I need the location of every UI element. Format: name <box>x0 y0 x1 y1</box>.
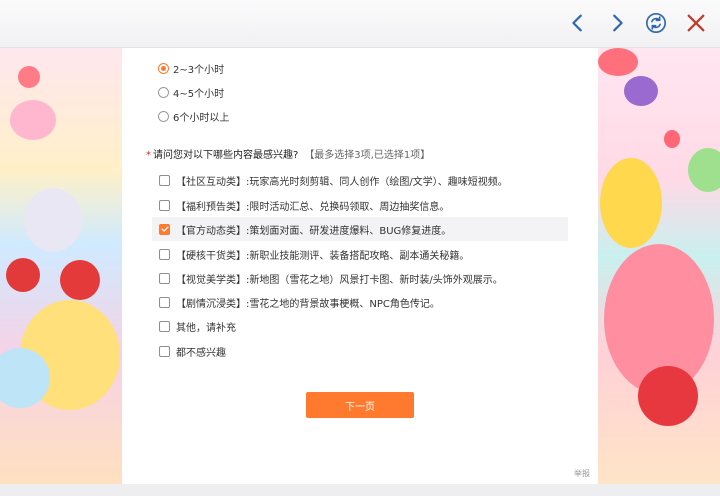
interest-option[interactable]: 其他，请补充 <box>152 314 568 338</box>
selection-hint: 【最多选择3项,已选择1项】 <box>304 150 431 161</box>
refresh-button[interactable] <box>641 8 671 38</box>
balloon-illustration <box>18 66 40 88</box>
option-label: 【视觉美学类】:新地图（雪花之地）风景打卡图、新时装/头饰外观展示。 <box>176 274 503 286</box>
right-decorative-artwork <box>598 48 720 484</box>
chevron-left-icon <box>572 14 582 32</box>
cherry-illustration <box>6 258 40 292</box>
green-ball-illustration <box>688 148 720 192</box>
bat-character-illustration <box>624 76 658 106</box>
time-option[interactable]: 6个小时以上 <box>158 105 229 127</box>
checkbox[interactable] <box>159 320 170 332</box>
interest-option[interactable]: 【官方动态类】:策划面对面、研发进度爆料、BUG修复进度。 <box>152 217 568 241</box>
option-label: 4~5个小时 <box>173 88 225 100</box>
checkbox[interactable] <box>159 296 170 308</box>
cherry-illustration <box>60 260 100 300</box>
interest-option[interactable]: 【视觉美学类】:新地图（雪花之地）风景打卡图、新时装/头饰外观展示。 <box>152 266 568 290</box>
balloon-illustration <box>664 130 680 148</box>
interest-option[interactable]: 【剧情沉浸类】:雪花之地的背景故事梗概、NPC角色传记。 <box>152 290 568 314</box>
report-link[interactable]: 举报 <box>574 468 590 479</box>
survey-panel: 2~3个小时 4~5个小时 6个小时以上 * 请问您对以下哪些内容最感兴趣? 【最多… <box>122 48 598 484</box>
option-label: 6个小时以上 <box>173 112 230 124</box>
option-label: 都不感兴趣 <box>176 347 226 359</box>
question-text: 请问您对以下哪些内容最感兴趣? <box>153 150 299 161</box>
option-label: 其他，请补充 <box>176 322 236 334</box>
ghost-illustration <box>24 188 82 252</box>
checkbox[interactable] <box>159 345 170 357</box>
refresh-icon <box>646 13 666 33</box>
checkbox[interactable] <box>159 174 170 186</box>
close-button[interactable] <box>681 8 711 38</box>
option-label: 【福利预告类】:限时活动汇总、兑换码领取、周边抽奖信息。 <box>176 201 450 213</box>
left-decorative-artwork <box>0 48 122 484</box>
back-button[interactable] <box>563 8 593 38</box>
option-label: 【剧情沉浸类】:雪花之地的背景故事梗概、NPC角色传记。 <box>176 298 440 310</box>
option-label: 【硬核干货类】:新职业技能测评、装备搭配攻略、副本通关秘籍。 <box>176 250 470 262</box>
close-icon <box>687 14 705 32</box>
option-label: 【社区互动类】:玩家高光时刻剪辑、同人创作（绘图/文学）、趣味短视频。 <box>176 176 508 188</box>
question-title: * 请问您对以下哪些内容最感兴趣? 【最多选择3项,已选择1项】 <box>146 146 430 161</box>
interest-option[interactable]: 都不感兴趣 <box>152 339 568 363</box>
checkbox[interactable] <box>159 272 170 284</box>
radio-button[interactable] <box>158 62 169 74</box>
balloon-illustration <box>598 48 638 76</box>
next-page-button[interactable]: 下一页 <box>306 392 414 418</box>
apple-illustration <box>638 366 698 426</box>
character-illustration <box>10 100 56 140</box>
browser-toolbar <box>0 0 720 48</box>
option-label: 2~3个小时 <box>173 64 225 76</box>
yellow-character-illustration <box>600 158 662 248</box>
bottom-bar <box>0 484 720 496</box>
checkmark-icon <box>161 226 169 232</box>
checkbox-checked[interactable] <box>159 223 170 235</box>
chevron-right-icon <box>613 14 623 32</box>
checkbox[interactable] <box>159 199 170 211</box>
forward-button[interactable] <box>602 8 632 38</box>
interest-option[interactable]: 【硬核干货类】:新职业技能测评、装备搭配攻略、副本通关秘籍。 <box>152 242 568 266</box>
required-mark: * <box>146 150 151 161</box>
time-option[interactable]: 4~5个小时 <box>158 81 224 103</box>
interest-option[interactable]: 【福利预告类】:限时活动汇总、兑换码领取、周边抽奖信息。 <box>152 193 568 217</box>
radio-button[interactable] <box>158 110 169 122</box>
interest-option[interactable]: 【社区互动类】:玩家高光时刻剪辑、同人创作（绘图/文学）、趣味短视频。 <box>152 168 568 192</box>
time-option[interactable]: 2~3个小时 <box>158 57 224 79</box>
checkbox[interactable] <box>159 248 170 260</box>
radio-button[interactable] <box>158 86 169 98</box>
option-label: 【官方动态类】:策划面对面、研发进度爆料、BUG修复进度。 <box>176 225 452 237</box>
